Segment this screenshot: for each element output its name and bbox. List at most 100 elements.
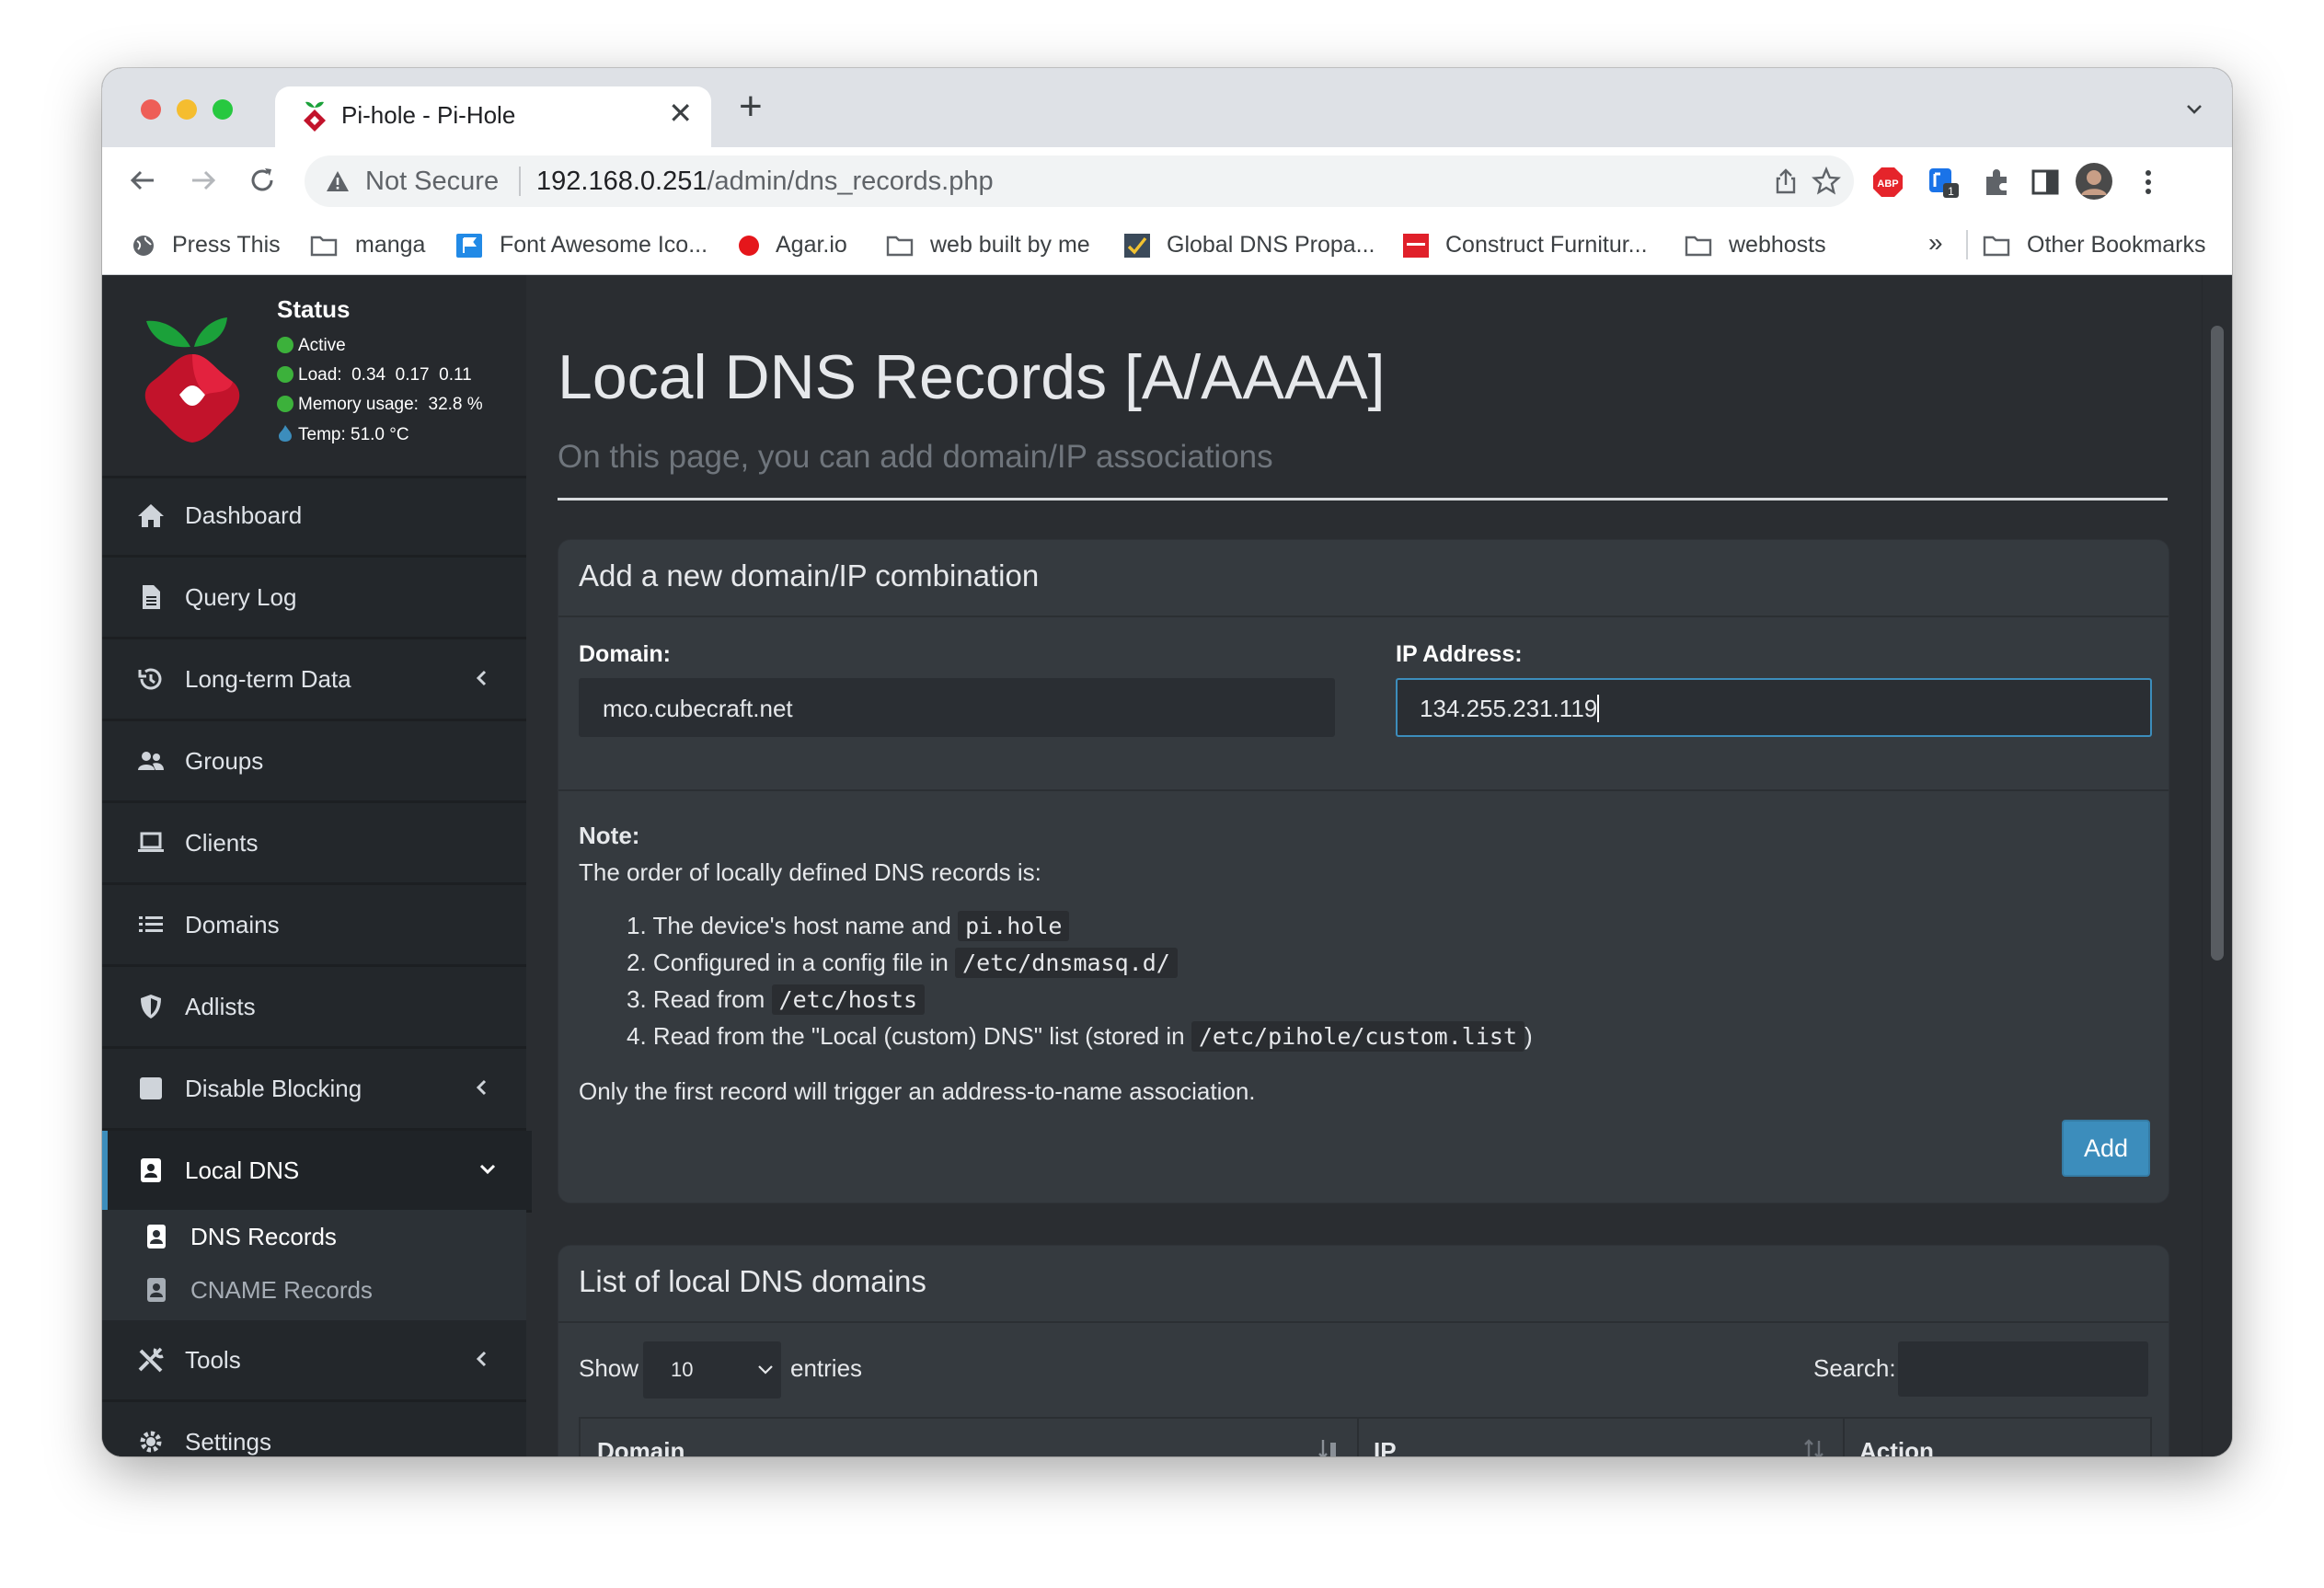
add-record-box: Add a new domain/IP combination Domain: … [558,539,2169,1203]
add-button[interactable]: Add [2062,1120,2150,1177]
adblock-plus-icon[interactable]: ABP [1871,166,1904,199]
share-icon[interactable] [1771,167,1801,196]
back-arrow-icon[interactable] [126,164,159,197]
note-list-item: 4. Read from the "Local (custom) DNS" li… [627,1021,1533,1052]
sidebar-item-disable-blocking[interactable]: Disable Blocking [102,1049,526,1131]
extension-badge-icon[interactable]: 1 [1927,166,1961,199]
sidebar-item-adlists[interactable]: Adlists [102,967,526,1049]
bookmark-agar[interactable]: Agar.io [776,232,847,259]
bookmark-webhosts[interactable]: webhosts [1729,232,1826,259]
domain-input[interactable]: mco.cubecraft.net [579,678,1335,737]
search-input[interactable] [1898,1341,2148,1397]
bookmark-font-awesome[interactable]: Font Awesome Ico... [500,232,708,259]
sidebar-item-long-term-data[interactable]: Long-term Data [102,639,526,721]
sidebar-item-query-log[interactable]: Query Log [102,558,526,639]
dns-list-box: List of local DNS domains Show 10 entrie… [558,1245,2169,1456]
sidebar-item-label: Disable Blocking [185,1075,362,1102]
list-text: Configured in a config file in [652,949,949,976]
side-panel-icon[interactable] [2029,166,2062,199]
circle-icon [739,236,759,256]
list-code: pi.hole [958,911,1070,941]
page-scrollbar[interactable] [2202,275,2232,1456]
show-label: Show [579,1354,639,1382]
text-cursor [1597,695,1600,722]
bookmarks-separator [1966,230,1968,259]
bookmark-global-dns[interactable]: Global DNS Propa... [1167,232,1375,259]
table-header-row: Domain IP Action [579,1417,2152,1456]
bookmark-web-built[interactable]: web built by me [930,232,1090,259]
kebab-menu-icon[interactable] [2132,166,2165,199]
minimize-window-button[interactable] [177,99,197,120]
sidebar-item-label: Local DNS [185,1156,300,1184]
pihole-logo-icon [144,317,240,443]
sidebar-item-tools[interactable]: Tools [102,1320,526,1402]
tab-title: Pi-hole - Pi-Hole [341,101,516,129]
url-host: 192.168.0.251 [536,167,708,196]
reload-icon[interactable] [246,164,279,197]
sidebar-item-groups[interactable]: Groups [102,721,526,803]
column-divider [1357,1419,1359,1456]
warning-triangle-icon[interactable] [325,168,351,194]
sub-item-cname-records[interactable]: CNAME Records [144,1271,512,1317]
entries-select[interactable]: 10 [643,1341,781,1398]
folder-icon [1685,236,1712,257]
status-memory: Memory usage: 32.8 % [277,395,483,415]
sidebar-item-clients[interactable]: Clients [102,803,526,885]
note-footer: Only the first record will trigger an ad… [579,1077,1256,1105]
sub-item-dns-records[interactable]: DNS Records [144,1217,512,1263]
domain-label: Domain: [579,641,671,667]
tab-close-icon[interactable]: ✕ [668,96,693,131]
ip-address-input[interactable]: 134.255.231.119 [1396,678,2152,737]
sidebar: Status Active Load: 0.34 0.17 0.11 Memor… [102,275,532,1456]
title-divider [558,498,2168,501]
chevron-down-icon [758,1365,773,1375]
sidebar-item-label: Long-term Data [185,665,351,693]
bookmarks-overflow-button[interactable]: » [1928,228,1943,258]
fire-icon [279,425,292,442]
bookmarks-bar: Press This manga Font Awesome Ico... Aga… [102,215,2232,275]
tab-pihole[interactable]: Pi-hole - Pi-Hole ✕ [275,86,711,147]
users-icon [138,752,164,770]
sidebar-item-local-dns[interactable]: Local DNS [102,1131,532,1213]
status-temp-label: Temp: 51.0 °C [298,425,409,444]
main-content: Local DNS Records [A/AAAA] On this page,… [530,275,2203,1456]
list-after: ) [1524,1022,1533,1050]
status-memory-label: Memory usage: 32.8 % [298,395,483,414]
zoom-window-button[interactable] [213,99,233,120]
sort-icon[interactable] [1317,1437,1340,1456]
folder-icon [1983,236,2010,257]
bookmark-star-icon[interactable] [1812,167,1841,196]
close-window-button[interactable] [141,99,161,120]
scrollbar-thumb[interactable] [2211,326,2224,961]
bookmark-manga[interactable]: manga [355,232,425,259]
puzzle-icon[interactable] [1981,166,2014,199]
chevron-down-icon[interactable] [2184,99,2204,120]
sidebar-item-settings[interactable]: Settings [102,1402,526,1456]
sidebar-item-domains[interactable]: Domains [102,885,526,967]
bookmark-press-this[interactable]: Press This [172,232,281,259]
address-book-icon [147,1278,166,1302]
bookmark-construct[interactable]: Construct Furnitur... [1445,232,1648,259]
sidebar-item-label: Query Log [185,583,297,611]
profile-avatar-icon[interactable] [2075,162,2113,201]
address-bar[interactable]: Not Secure 192.168.0.251/admin/dns_recor… [305,155,1854,207]
sort-both-icon[interactable] [1802,1437,1826,1456]
column-ip[interactable]: IP [1374,1437,1397,1456]
extension-badge-count: 1 [1948,185,1954,198]
forward-arrow-icon[interactable] [187,164,220,197]
gear-icon [140,1431,162,1453]
column-action: Action [1859,1437,1934,1456]
folder-icon [886,236,914,257]
flag-icon [456,234,482,258]
other-bookmarks[interactable]: Other Bookmarks [2027,232,2206,259]
history-icon [138,668,162,690]
column-domain[interactable]: Domain [597,1437,685,1456]
sub-item-label: CNAME Records [190,1276,373,1304]
globe-icon [133,236,154,256]
url-text: 192.168.0.251/admin/dns_records.php [536,167,994,197]
note-list-item: 3. Read from /etc/hosts [627,984,926,1015]
browser-toolbar: Not Secure 192.168.0.251/admin/dns_recor… [102,147,2232,215]
new-tab-button[interactable]: + [739,85,763,129]
list-icon [139,916,163,932]
sidebar-item-dashboard[interactable]: Dashboard [102,476,526,558]
